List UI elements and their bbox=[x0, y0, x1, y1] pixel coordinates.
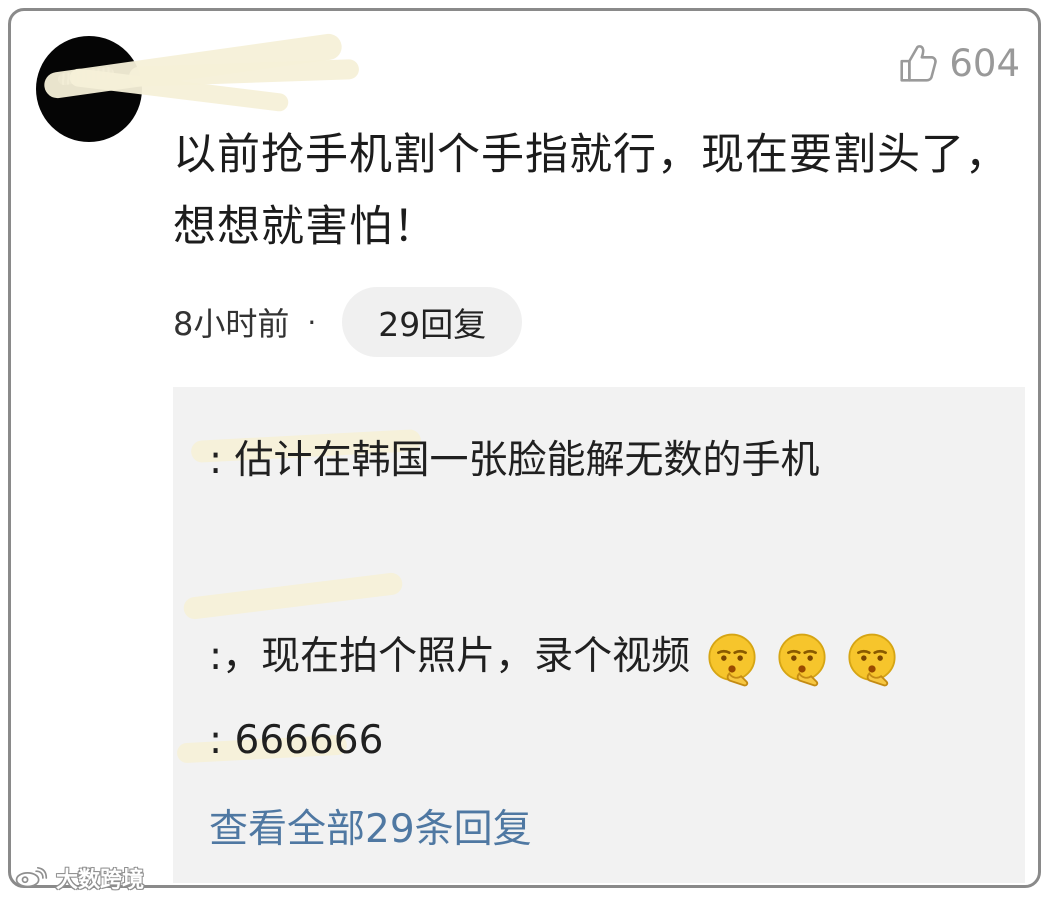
reply-text: : 估计在韩国一张脸能解无数的手机 bbox=[209, 438, 820, 483]
view-all-replies-link[interactable]: 查看全部29条回复 bbox=[209, 801, 532, 858]
thinking-face-emoji bbox=[777, 633, 826, 686]
like-count: 604 bbox=[949, 42, 1020, 85]
reply-text: : 666666 bbox=[209, 718, 384, 763]
comment-text: 以前抢手机割个手指就行，现在要割头了，想想就害怕！ bbox=[173, 130, 1009, 252]
reply-item: : 估计在韩国一张脸能解无数的手机 bbox=[209, 432, 969, 489]
thinking-face-emoji bbox=[847, 633, 896, 686]
comment-time: 8小时前 bbox=[173, 305, 290, 343]
emoji-group bbox=[703, 630, 901, 688]
thumb-up-icon bbox=[900, 45, 938, 82]
watermark: 大数跨境 bbox=[14, 862, 144, 894]
reply-user-redaction bbox=[182, 571, 404, 621]
comment-meta: 8小时前 · 29回复 bbox=[173, 287, 523, 357]
watermark-text: 大数跨境 bbox=[56, 868, 145, 893]
meta-separator: · bbox=[307, 305, 317, 339]
reply-text: :，现在拍个照片，录个视频 bbox=[209, 634, 691, 679]
weibo-logo-icon bbox=[15, 866, 48, 888]
reply-item: :，现在拍个照片，录个视频 bbox=[209, 628, 969, 688]
like-button[interactable]: 604 bbox=[895, 43, 1020, 85]
reply-count-button[interactable]: 29回复 bbox=[342, 287, 523, 357]
comment-card: 604 以前抢手机割个手指就行，现在要割头了，想想就害怕！ 8小时前 · 29回… bbox=[8, 8, 1041, 888]
reply-preview-box: : 估计在韩国一张脸能解无数的手机 :，现在拍个照片，录个视频: 666666… bbox=[173, 387, 1025, 883]
thinking-face-emoji bbox=[707, 633, 756, 686]
reply-item: : 666666 bbox=[209, 712, 969, 769]
